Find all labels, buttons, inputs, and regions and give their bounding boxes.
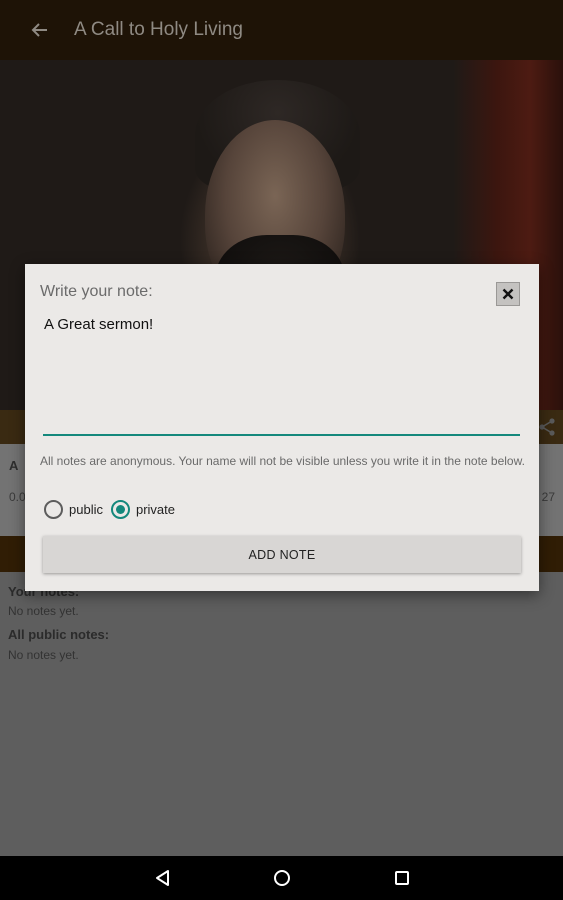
back-button[interactable] (22, 12, 58, 48)
info-left-value: 0.0 (9, 490, 26, 504)
notes-section: Your notes: No notes yet. All public not… (0, 572, 563, 856)
back-triangle-icon (156, 870, 169, 886)
public-notes-heading: All public notes: (8, 627, 110, 642)
add-note-button[interactable]: ADD NOTE (43, 536, 521, 573)
info-right-value: 27 (541, 490, 555, 504)
home-circle-icon (274, 870, 290, 886)
private-radio[interactable] (110, 499, 130, 519)
share-icon[interactable] (537, 417, 557, 437)
page-title: A Call to Holy Living (74, 19, 243, 40)
public-notes-empty: No notes yet. (8, 648, 79, 662)
public-radio[interactable] (44, 499, 63, 519)
private-radio-label[interactable]: private (136, 502, 175, 517)
info-title-fragment: A (9, 458, 19, 473)
your-notes-empty: No notes yet. (8, 604, 79, 618)
system-nav-bar (0, 856, 563, 900)
public-radio-label[interactable]: public (69, 502, 103, 517)
write-note-dialog: Write your note: A Great sermon! All not… (25, 264, 539, 591)
anonymity-disclaimer: All notes are anonymous. Your name will … (40, 454, 525, 468)
close-button[interactable] (496, 282, 520, 306)
visibility-radio-group: public private (44, 498, 183, 520)
app-bar: A Call to Holy Living (0, 0, 563, 60)
note-text-field[interactable]: A Great sermon! (43, 312, 520, 436)
dialog-title: Write your note: (40, 283, 153, 300)
close-icon (502, 288, 514, 300)
nav-back-button[interactable] (151, 866, 175, 890)
recents-square-icon (395, 871, 409, 885)
nav-home-button[interactable] (270, 866, 294, 890)
nav-recents-button[interactable] (390, 866, 414, 890)
arrow-left-icon (31, 23, 47, 37)
